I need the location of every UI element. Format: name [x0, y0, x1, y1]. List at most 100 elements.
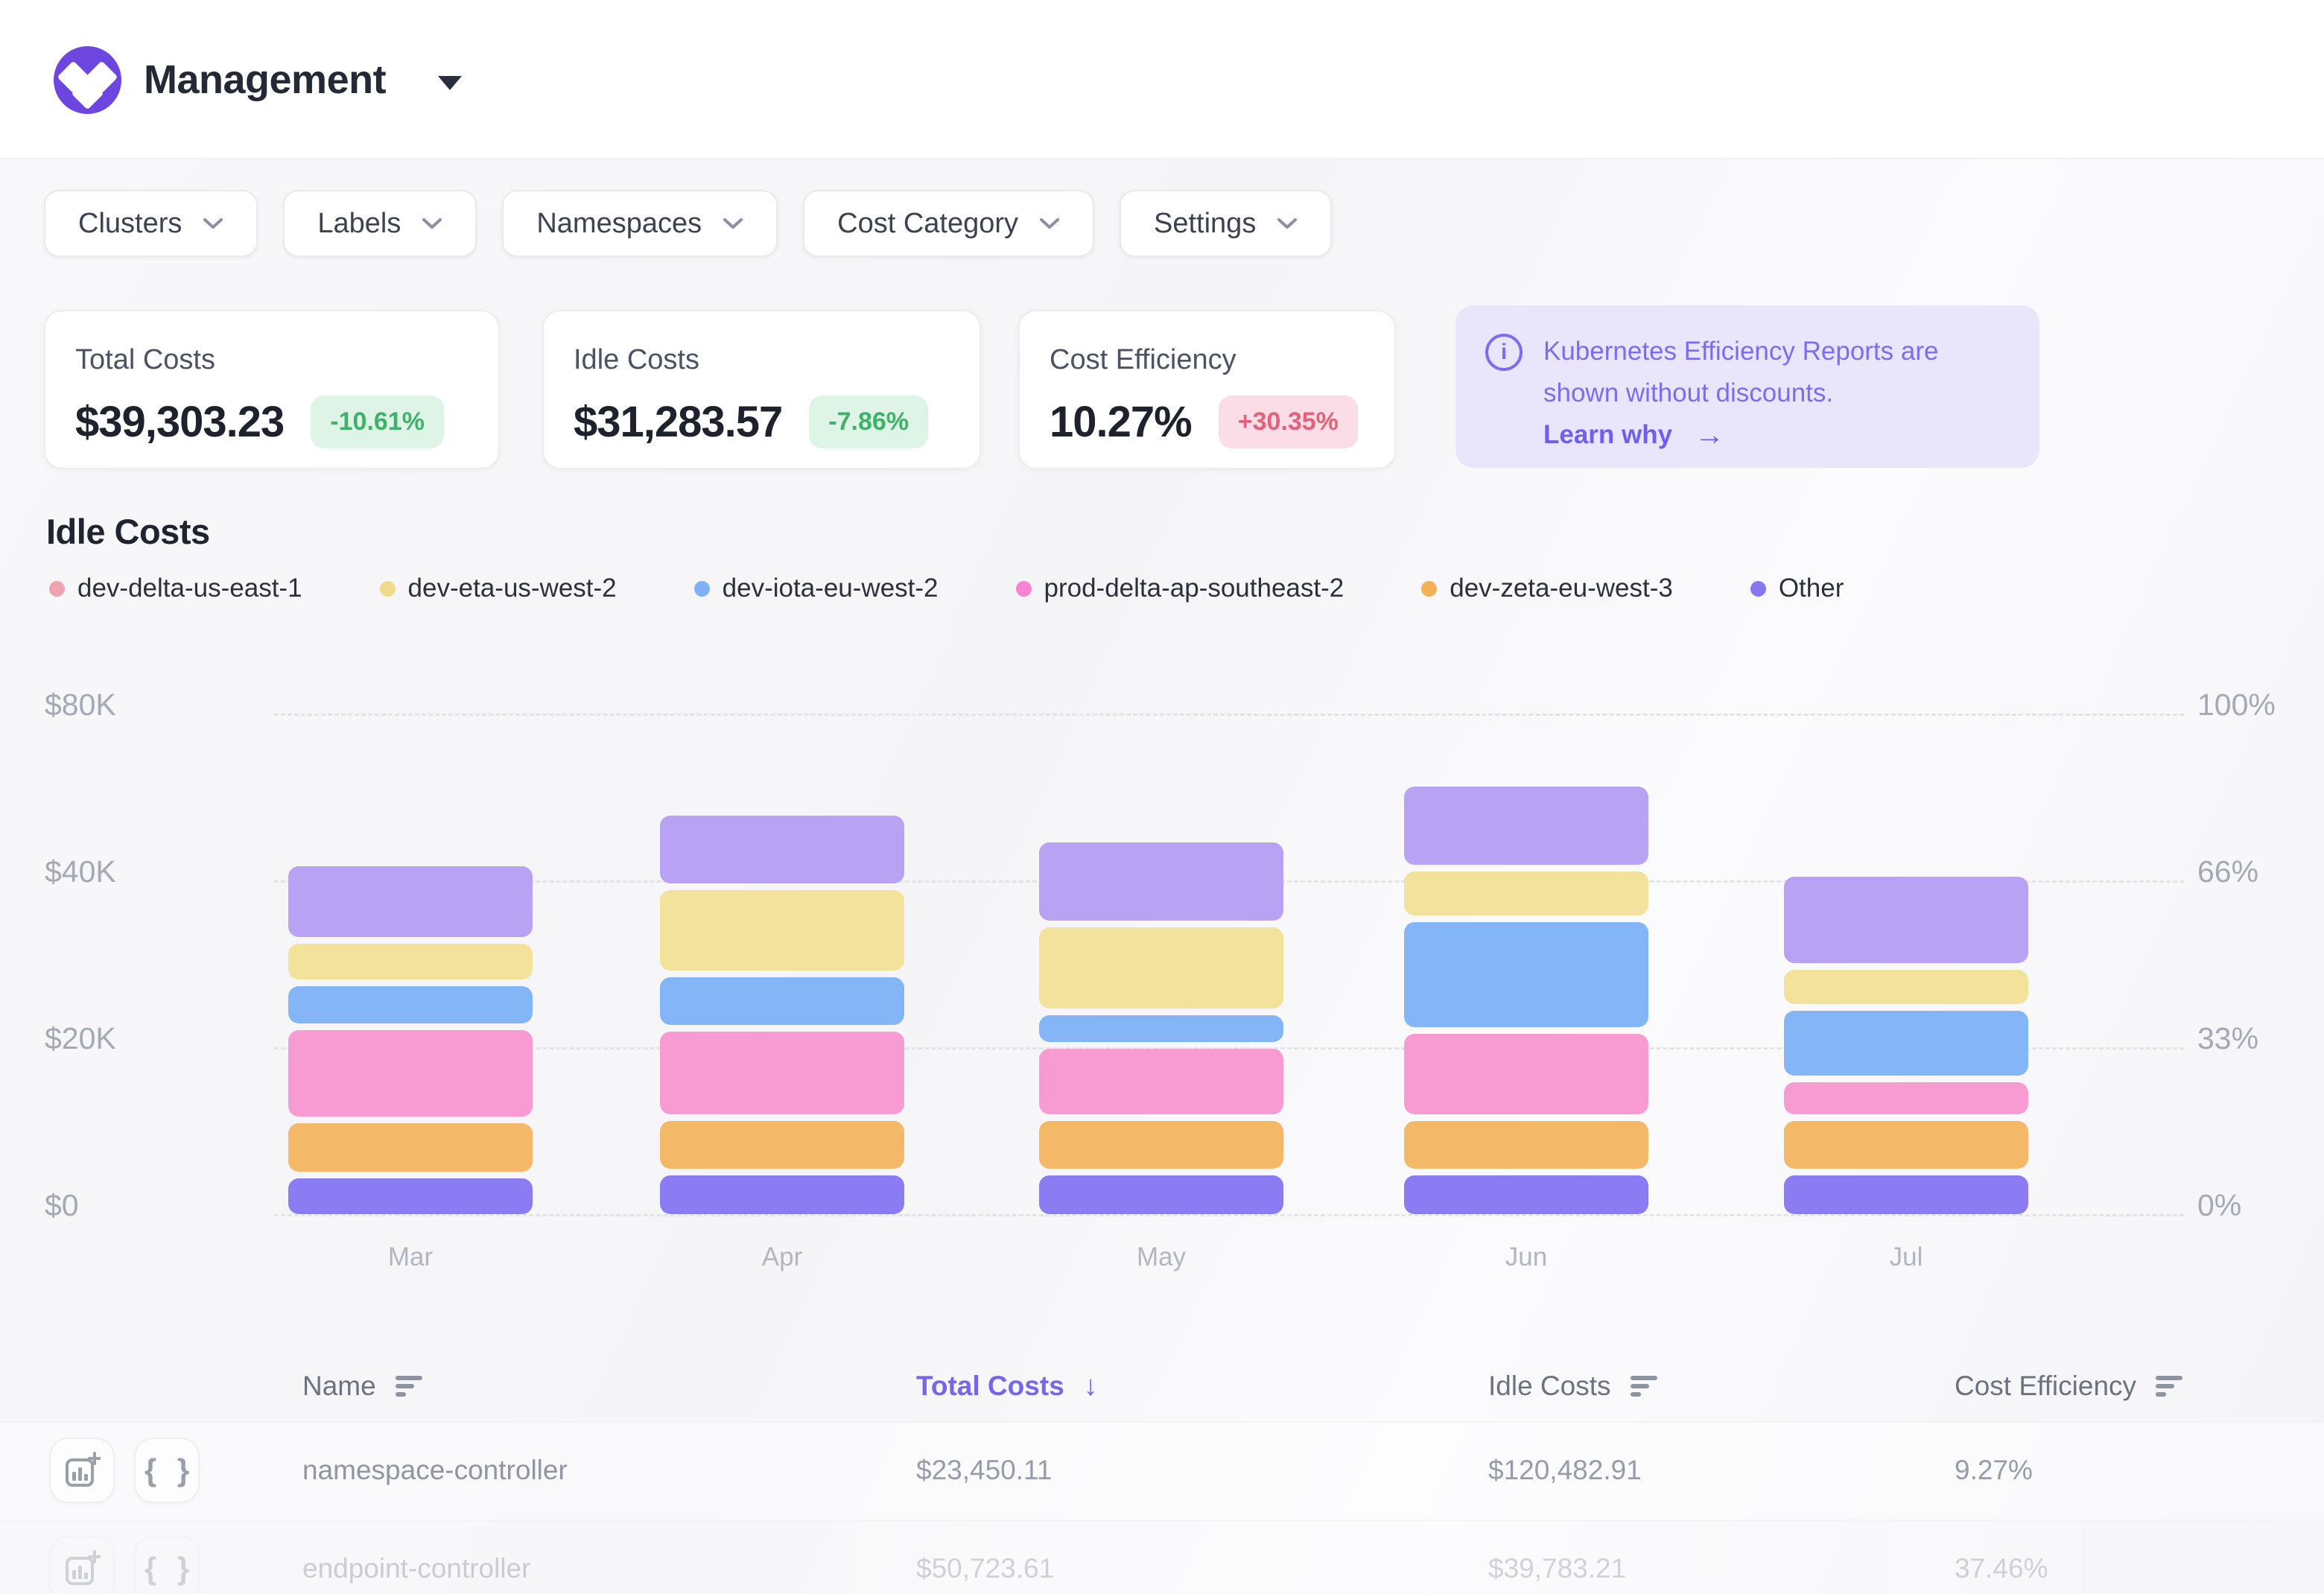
- stacked-bar-jul[interactable]: [1784, 877, 2028, 1214]
- metric-card-value: $31,283.57: [574, 397, 782, 447]
- filter-label: Namespaces: [536, 208, 702, 240]
- chevron-down-icon: [203, 217, 223, 230]
- metric-card-title: Idle Costs: [574, 344, 950, 376]
- bar-segment-Other[interactable]: [288, 1178, 533, 1214]
- legend-dot-icon: [694, 581, 710, 597]
- view-yaml-button[interactable]: { }: [134, 1438, 200, 1503]
- bar-segment-prod-delta-ap-southeast-2[interactable]: [660, 1032, 904, 1114]
- x-axis-label-apr: Apr: [660, 1242, 904, 1272]
- sort-lines-icon: [1631, 1375, 1660, 1397]
- bar-segment-Other[interactable]: [1784, 1175, 2028, 1214]
- legend-dot-icon: [1421, 581, 1437, 597]
- bar-segment-dev-delta-us-east-1[interactable]: [1404, 787, 1648, 865]
- x-axis-label-jun: Jun: [1404, 1242, 1648, 1272]
- stacked-bar-apr[interactable]: [660, 816, 904, 1214]
- bar-segment-dev-delta-us-east-1[interactable]: [660, 816, 904, 883]
- bar-segment-dev-zeta-eu-west-3[interactable]: [288, 1123, 533, 1172]
- y-axis-left-tick: $80K: [45, 688, 223, 721]
- chart-plus-icon: [63, 1550, 101, 1587]
- chart-section-title: Idle Costs: [46, 511, 210, 552]
- dashboard-page: Management ClustersLabelsNamespacesCost …: [0, 0, 2324, 1594]
- bar-segment-prod-delta-ap-southeast-2[interactable]: [1784, 1082, 2028, 1114]
- y-axis-right-tick: 0%: [2197, 1189, 2324, 1222]
- bar-segment-dev-eta-us-west-2[interactable]: [660, 890, 904, 971]
- y-axis-left-tick: $0: [45, 1189, 223, 1222]
- title-dropdown-caret-icon[interactable]: [438, 76, 462, 90]
- view-yaml-button[interactable]: { }: [134, 1536, 200, 1594]
- column-header-label: Idle Costs: [1488, 1371, 1611, 1402]
- bar-segment-dev-iota-eu-west-2[interactable]: [1039, 1015, 1283, 1042]
- bar-segment-dev-delta-us-east-1[interactable]: [288, 866, 533, 937]
- info-icon: i: [1485, 334, 1523, 371]
- chevron-down-icon: [723, 217, 743, 230]
- bar-segment-prod-delta-ap-southeast-2[interactable]: [288, 1030, 533, 1117]
- bar-segment-dev-delta-us-east-1[interactable]: [1784, 877, 2028, 963]
- x-axis-label-may: May: [1039, 1242, 1283, 1272]
- metric-card-total-costs: Total Costs$39,303.23-10.61%: [44, 310, 500, 469]
- arrow-down-icon: ↓: [1084, 1371, 1098, 1403]
- column-header-idle-costs[interactable]: Idle Costs: [1488, 1369, 1660, 1403]
- column-header-total-costs[interactable]: Total Costs↓: [916, 1369, 1098, 1403]
- cell-name: namespace-controller: [302, 1421, 568, 1520]
- bar-segment-dev-iota-eu-west-2[interactable]: [1784, 1011, 2028, 1076]
- legend-item-dev-iota-eu-west-2[interactable]: dev-iota-eu-west-2: [694, 574, 939, 603]
- bar-segment-dev-iota-eu-west-2[interactable]: [288, 986, 533, 1023]
- efficiency-info-banner: i Kubernetes Efficiency Reports are show…: [1455, 305, 2039, 468]
- bar-segment-dev-eta-us-west-2[interactable]: [288, 944, 533, 979]
- app-logo-icon[interactable]: [54, 46, 121, 114]
- bar-segment-dev-zeta-eu-west-3[interactable]: [1784, 1121, 2028, 1169]
- y-axis-right-tick: 100%: [2197, 688, 2324, 721]
- bar-segment-prod-delta-ap-southeast-2[interactable]: [1404, 1034, 1648, 1114]
- stacked-bar-may[interactable]: [1039, 842, 1283, 1214]
- bar-segment-dev-zeta-eu-west-3[interactable]: [1039, 1121, 1283, 1169]
- legend-item-dev-delta-us-east-1[interactable]: dev-delta-us-east-1: [49, 574, 302, 603]
- open-chart-report-button[interactable]: [49, 1438, 115, 1503]
- chevron-down-icon: [1277, 217, 1298, 230]
- stacked-bar-jun[interactable]: [1404, 787, 1648, 1214]
- legend-dot-icon: [1750, 581, 1766, 597]
- bar-segment-dev-zeta-eu-west-3[interactable]: [1404, 1121, 1648, 1169]
- bar-segment-dev-iota-eu-west-2[interactable]: [1404, 922, 1648, 1027]
- filter-label: Cost Category: [837, 208, 1018, 240]
- table-row: { } namespace-controller $23,450.11 $120,48…: [0, 1421, 2324, 1520]
- cell-total_costs: $23,450.11: [916, 1421, 1052, 1520]
- cell-name: endpoint-controller: [302, 1520, 530, 1594]
- legend-item-dev-eta-us-west-2[interactable]: dev-eta-us-west-2: [380, 574, 617, 603]
- legend-dot-icon: [1016, 581, 1032, 597]
- filter-button-settings[interactable]: Settings: [1120, 190, 1332, 257]
- bar-segment-Other[interactable]: [1404, 1175, 1648, 1214]
- chart-gridline: [274, 714, 2184, 716]
- delta-badge: +30.35%: [1219, 396, 1358, 448]
- bar-segment-dev-eta-us-west-2[interactable]: [1404, 871, 1648, 915]
- metric-card-title: Total Costs: [75, 344, 469, 376]
- x-axis-label-mar: Mar: [288, 1242, 533, 1272]
- learn-why-link[interactable]: Learn why: [1543, 414, 1672, 456]
- sort-lines-icon: [2156, 1375, 2185, 1397]
- filter-button-clusters[interactable]: Clusters: [44, 190, 258, 257]
- bar-segment-dev-iota-eu-west-2[interactable]: [660, 977, 904, 1025]
- cell-idle_costs: $120,482.91: [1488, 1421, 1642, 1520]
- cell-total_costs: $50,723.61: [916, 1520, 1054, 1594]
- stacked-bar-mar[interactable]: [288, 866, 533, 1214]
- open-chart-report-button[interactable]: [49, 1536, 115, 1594]
- filter-button-labels[interactable]: Labels: [283, 190, 477, 257]
- bar-segment-prod-delta-ap-southeast-2[interactable]: [1039, 1049, 1283, 1114]
- bar-segment-dev-eta-us-west-2[interactable]: [1039, 927, 1283, 1009]
- filter-button-namespaces[interactable]: Namespaces: [502, 190, 778, 257]
- arrow-right-icon[interactable]: →: [1695, 414, 1724, 456]
- legend-item-Other[interactable]: Other: [1750, 574, 1844, 603]
- y-axis-left-tick: $20K: [45, 1022, 223, 1055]
- bar-segment-Other[interactable]: [660, 1175, 904, 1214]
- bar-segment-Other[interactable]: [1039, 1175, 1283, 1214]
- column-header-cost-efficiency[interactable]: Cost Efficiency: [1955, 1369, 2185, 1403]
- sort-lines-icon: [396, 1375, 425, 1397]
- column-header-name[interactable]: Name: [302, 1369, 425, 1403]
- bar-segment-dev-zeta-eu-west-3[interactable]: [660, 1121, 904, 1169]
- bar-segment-dev-eta-us-west-2[interactable]: [1784, 970, 2028, 1004]
- filter-button-cost-category[interactable]: Cost Category: [803, 190, 1094, 257]
- delta-badge: -7.86%: [809, 396, 928, 448]
- legend-item-prod-delta-ap-southeast-2[interactable]: prod-delta-ap-southeast-2: [1016, 574, 1344, 603]
- legend-item-dev-zeta-eu-west-3[interactable]: dev-zeta-eu-west-3: [1421, 574, 1673, 603]
- bar-segment-dev-delta-us-east-1[interactable]: [1039, 842, 1283, 921]
- metric-card-title: Cost Efficiency: [1050, 344, 1365, 376]
